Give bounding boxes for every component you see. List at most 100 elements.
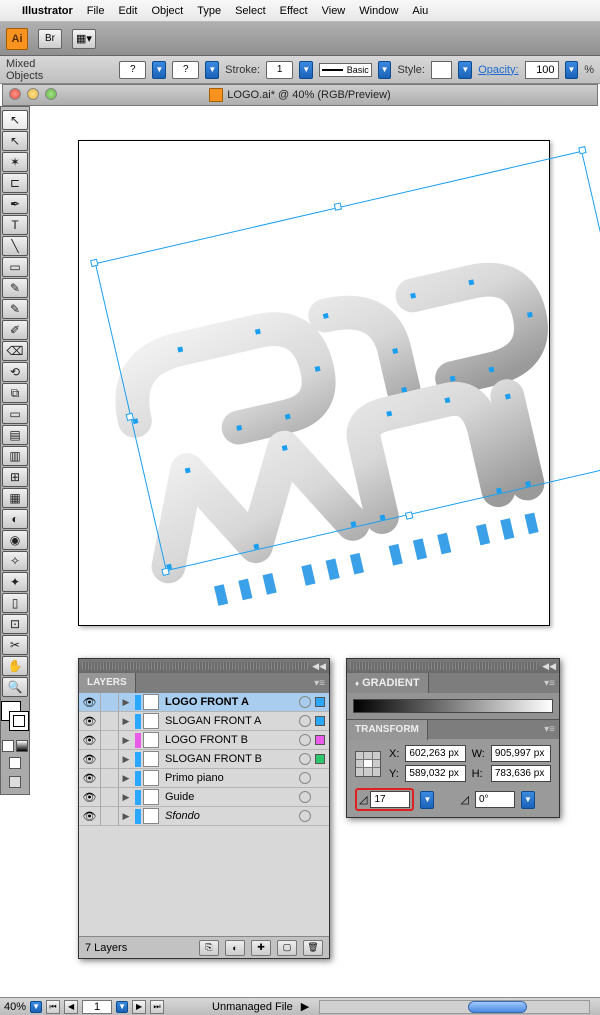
y-field[interactable]: 589,032 px [405,765,465,782]
status-message-arrow[interactable]: ▶ [301,1000,309,1013]
app-menu[interactable]: Illustrator [22,5,73,17]
arrange-documents-button[interactable]: ▦▾ [72,29,96,49]
pencil-tool[interactable]: ✎ [2,299,28,319]
zoom-dropdown[interactable]: ▼ [30,1001,42,1013]
opacity-arrow[interactable]: ▼ [565,61,579,79]
layer-row[interactable]: 👁▶Sfondo [79,807,329,826]
graphic-style-arrow[interactable]: ▼ [458,61,472,79]
zoom-tool[interactable]: 🔍 [2,677,28,697]
prev-artboard-button[interactable]: ◀ [64,1000,78,1014]
layer-row[interactable]: 👁▶Primo piano [79,769,329,788]
symbol-sprayer-tool[interactable]: ✦ [2,572,28,592]
width-tool[interactable]: ▭ [2,404,28,424]
gradient-panel-head[interactable]: ◀◀ [347,659,559,673]
layer-name[interactable]: SLOGAN FRONT B [163,753,295,765]
lock-toggle[interactable] [101,731,119,750]
selection-tool[interactable]: ↖ [2,110,28,130]
free-transform-tool[interactable]: ▤ [2,425,28,445]
stroke-swatch[interactable] [9,711,29,731]
rotate-tool[interactable]: ⟲ [2,362,28,382]
magic-wand-tool[interactable]: ✶ [2,152,28,172]
transform-panel-menu[interactable]: ▾≡ [540,724,559,735]
x-field[interactable]: 602,263 px [405,745,465,762]
layer-row[interactable]: 👁 ▶ LOGO FRONT B [79,731,329,750]
column-graph-tool[interactable]: ▯ [2,593,28,613]
lock-toggle[interactable] [101,712,119,731]
layer-row[interactable]: 👁▶SLOGAN FRONT A [79,712,329,731]
fill-dropdown-arrow[interactable]: ▼ [152,61,166,79]
gradient-tool[interactable]: ◐ [2,509,28,529]
fill-dropdown[interactable]: ? [119,61,146,79]
rotation-dropdown[interactable]: ▼ [420,791,434,809]
blend-tool[interactable]: ✧ [2,551,28,571]
target-ring[interactable] [299,772,311,784]
menu-effect[interactable]: Effect [280,5,308,17]
menu-window[interactable]: Window [359,5,398,17]
blob-brush-tool[interactable]: ✐ [2,320,28,340]
color-mode-none[interactable] [9,757,21,769]
first-artboard-button[interactable]: ⏮ [46,1000,60,1014]
hand-tool[interactable]: ✋ [2,656,28,676]
graphic-style-swatch[interactable] [431,61,453,79]
brush-definition-arrow[interactable]: ▼ [378,61,392,79]
menu-select[interactable]: Select [235,5,266,17]
color-mode-gradient[interactable] [16,740,28,752]
artboard-tool[interactable]: ⊡ [2,614,28,634]
lock-toggle[interactable] [101,807,119,826]
gradient-preview[interactable] [353,699,553,713]
visibility-toggle[interactable]: 👁 [79,693,101,712]
stroke-weight-field[interactable]: 1 [266,61,293,79]
target-ring[interactable] [299,715,311,727]
layer-row[interactable]: 👁▶SLOGAN FRONT B [79,750,329,769]
line-segment-tool[interactable]: ╲ [2,236,28,256]
expand-toggle[interactable]: ▶ [119,735,133,746]
zoom-level[interactable]: 40% [4,1001,26,1013]
eyedropper-tool[interactable]: ◉ [2,530,28,550]
layers-panel-head[interactable]: ◀◀ [79,659,329,673]
expand-toggle[interactable]: ▶ [119,792,133,803]
reference-point-grid[interactable] [355,751,381,777]
menu-view[interactable]: View [322,5,346,17]
target-ring[interactable] [299,696,311,708]
layer-name[interactable]: Primo piano [163,772,295,784]
ai-home-icon[interactable]: Ai [6,28,28,50]
rectangle-tool[interactable]: ▭ [2,257,28,277]
minimize-button[interactable] [27,88,39,100]
menu-file[interactable]: File [87,5,105,17]
lock-toggle[interactable] [101,693,119,712]
visibility-toggle[interactable]: 👁 [79,788,101,807]
stroke-dropdown-arrow[interactable]: ▼ [205,61,219,79]
shear-field[interactable]: 0° [475,791,515,808]
stroke-weight-arrow[interactable]: ▼ [299,61,313,79]
w-field[interactable]: 905,997 px [491,745,551,762]
layer-name[interactable]: LOGO FRONT B [163,734,295,746]
mesh-tool[interactable]: ▦ [2,488,28,508]
brush-definition-dropdown[interactable]: Basic [319,63,372,77]
perspective-grid-tool[interactable]: ⊞ [2,467,28,487]
artboard-number-field[interactable] [82,1000,112,1014]
delete-layer-button[interactable]: 🗑 [303,940,323,956]
visibility-toggle[interactable]: 👁 [79,731,101,750]
next-artboard-button[interactable]: ▶ [132,1000,146,1014]
layers-panel-menu[interactable]: ▾≡ [310,678,329,689]
last-artboard-button[interactable]: ⏭ [150,1000,164,1014]
new-sublayer-button[interactable]: ✚ [251,940,271,956]
stroke-dropdown[interactable]: ? [172,61,199,79]
menu-object[interactable]: Object [151,5,183,17]
artboard[interactable] [78,140,550,626]
layer-name[interactable]: Guide [163,791,295,803]
layer-name[interactable]: SLOGAN FRONT A [163,715,295,727]
layer-name[interactable]: Sfondo [163,810,295,822]
opacity-field[interactable] [525,61,559,79]
new-layer-button[interactable]: ▢ [277,940,297,956]
visibility-toggle[interactable]: 👁 [79,807,101,826]
artboard-dropdown[interactable]: ▼ [116,1001,128,1013]
paintbrush-tool[interactable]: ✎ [2,278,28,298]
expand-toggle[interactable]: ▶ [119,773,133,784]
expand-toggle[interactable]: ▶ [119,716,133,727]
gradient-tab[interactable]: ♦GRADIENT [347,673,429,693]
visibility-toggle[interactable]: 👁 [79,750,101,769]
target-ring[interactable] [299,753,311,765]
make-clipping-mask-button[interactable]: ◐ [225,940,245,956]
locate-object-button[interactable]: ⎘ [199,940,219,956]
